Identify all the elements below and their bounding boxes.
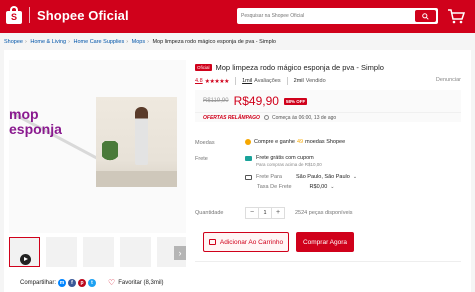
brand-name: Shopee Oficial [37,7,129,23]
breadcrumb-home-care[interactable]: Home Care Supplies [74,39,125,45]
quantity-input[interactable]: 1 [258,208,272,218]
pinterest-icon[interactable]: p [78,278,87,287]
product-title: Mop limpeza rodo mágico esponja de pva -… [215,63,384,72]
plant-graphic [102,141,118,171]
thumbnail-strip: › [9,237,186,267]
report-link[interactable]: Denunciar [436,77,461,83]
search-input[interactable] [237,8,413,24]
frete-label: Frete [195,156,208,162]
current-price: R$49,90 [233,94,279,108]
shopee-bag-icon: S [6,6,22,24]
logo-divider [29,7,30,23]
stock-available: 2524 peças disponíveis [295,210,353,216]
rating-value[interactable]: 4.8 [195,78,203,84]
shipping-fee-value: R$0,00 [309,184,328,190]
truck-icon [245,174,252,180]
moedas-label: Moedas [195,140,215,146]
add-to-cart-label: Adicionar Ao Carrinho [219,238,284,246]
flash-sale-label: OFERTAS RELÂMPAGO [203,114,260,121]
reviews-count[interactable]: 1mil [242,78,252,84]
price-box: R$119,90 R$49,90 58% OFF [195,90,461,112]
flash-sale-time: Começa às 06:00, 13 de ago [271,114,337,121]
free-shipping-icon [245,155,252,161]
main-product-image[interactable]: mop esponja [9,60,186,233]
breadcrumb-home-living[interactable]: Home & Living [30,39,66,45]
discount-badge: 58% OFF [283,97,308,105]
share-label: Compartilhar: [20,279,57,286]
free-shipping-text: Frete grátis com cupom [256,155,314,161]
quantity-increase-button[interactable]: + [272,208,284,218]
quantity-decrease-button[interactable]: − [246,208,258,218]
shipping-fee-row[interactable]: Taxa De Frete R$0,00 ⌄ [257,184,335,190]
twitter-icon[interactable]: t [88,278,97,287]
cart-button[interactable] [446,8,466,24]
thumbnail-video[interactable] [9,237,40,267]
thumbnail-4[interactable] [120,237,151,267]
top-navigation-bar: S Shopee Oficial [0,0,475,33]
chevron-right-icon[interactable]: › [174,246,186,260]
shopee-logo[interactable]: S Shopee Oficial [6,6,129,24]
reviews-label: Avaliações [254,78,281,84]
search-icon [422,12,429,20]
section-divider [195,261,461,262]
add-to-cart-button[interactable]: Adicionar Ao Carrinho [203,232,289,252]
image-overlay-text: mop esponja [9,106,62,137]
free-shipping-subtext: Para compras acima de R$10,00 [256,162,322,167]
person-graphic [135,107,148,165]
thumbnail-2[interactable] [46,237,77,267]
ship-to-row[interactable]: Frete Para São Paulo, São Paulo ⌄ [245,174,357,180]
original-price: R$119,90 [203,98,229,104]
coin-icon [245,139,251,145]
search-button[interactable] [415,10,436,22]
chevron-down-icon: ⌄ [352,174,358,180]
favorite-button[interactable]: ♡ Favoritar (8,3mil) [108,278,164,287]
search-box [237,8,438,24]
meta-row: 4.8 ★★★★★ 1mil Avaliações 2mil Vendido D… [195,77,461,85]
star-rating-icon: ★★★★★ [204,78,230,85]
clock-icon [263,115,269,120]
oficial-badge: Oficial [195,64,212,71]
play-icon [20,254,31,265]
quantity-stepper: − 1 + [245,207,285,219]
chevron-down-icon: ⌄ [330,184,335,190]
thumbnail-3[interactable] [83,237,114,267]
cart-icon [448,9,466,24]
ship-to-value: São Paulo, São Paulo [295,174,350,180]
breadcrumb-mops[interactable]: Mops [132,39,145,45]
moedas-count: 49 [296,139,304,145]
facebook-icon[interactable]: f [68,278,77,287]
heart-icon: ♡ [108,278,116,287]
cart-icon [208,239,216,245]
buy-now-button[interactable]: Comprar Agora [296,232,354,252]
buy-now-label: Comprar Agora [302,238,348,246]
flash-sale-row: OFERTAS RELÂMPAGO Começa às 06:00, 13 de… [195,112,461,122]
sold-count: 2mil [293,78,304,84]
lifestyle-photo [96,97,177,187]
messenger-icon[interactable]: m [58,278,67,287]
breadcrumb: Shopee › Home & Living › Home Care Supplie… [4,39,276,45]
sold-label: Vendido [305,78,326,84]
ship-to-label: Frete Para [256,174,282,180]
breadcrumb-shopee[interactable]: Shopee [4,39,23,45]
favorite-label: Favoritar (8,3mil) [118,279,164,286]
shipping-fee-label: Taxa De Frete [257,184,292,190]
share-row: Compartilhar: m f p t ♡ Favoritar (8,3mi… [20,278,164,287]
free-shipping-block: Frete grátis com cupom Para compras acim… [245,155,322,167]
moedas-row: Compre e ganhe 49 moedas Shopee [245,139,345,145]
quantity-label: Quantidade [195,210,224,216]
title-row: Oficial Mop limpeza rodo mágico esponja … [195,63,384,72]
breadcrumb-current: Mop limpeza rodo mágico esponja de pva -… [152,39,276,45]
